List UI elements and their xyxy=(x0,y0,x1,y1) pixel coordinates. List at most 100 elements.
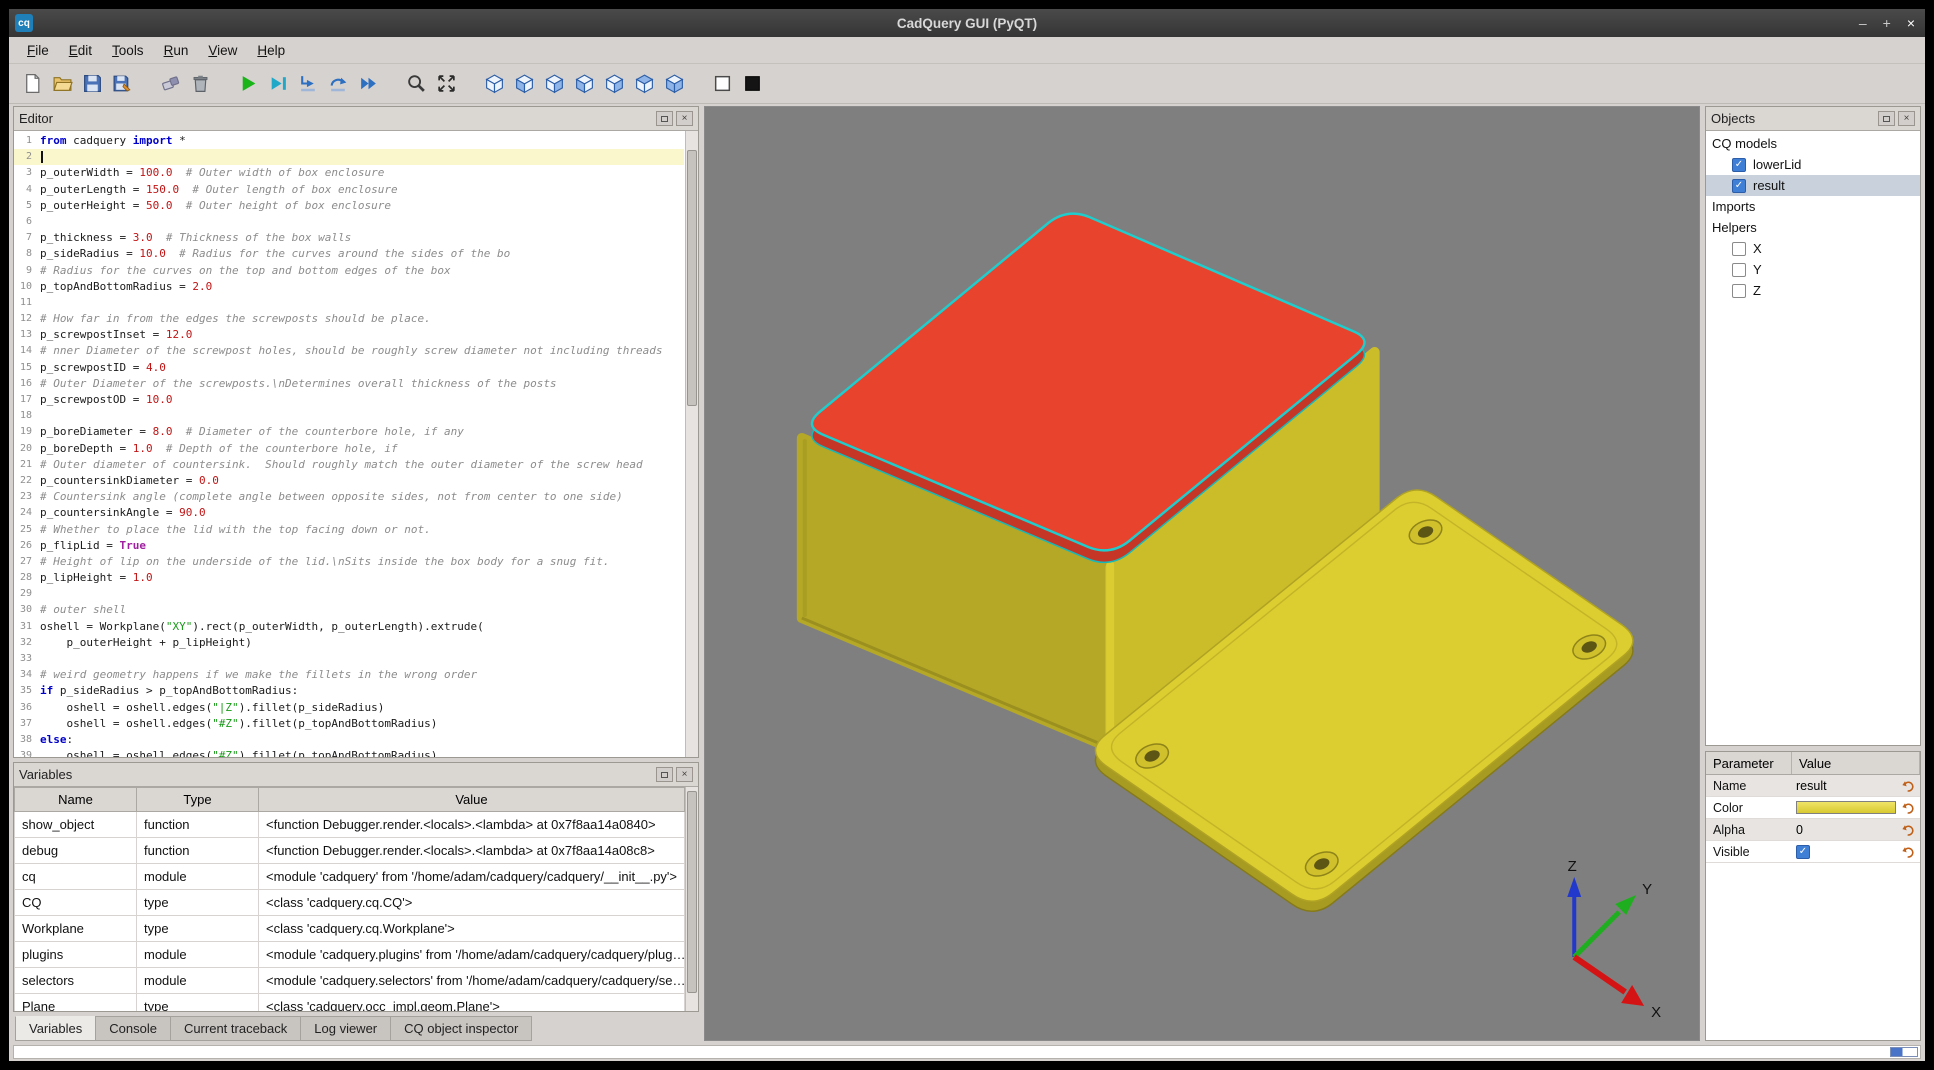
open-script-button[interactable] xyxy=(47,70,77,98)
render-button[interactable] xyxy=(233,70,263,98)
zoom-to-selection-button[interactable] xyxy=(401,70,431,98)
code-line[interactable]: 36 oshell = oshell.edges("|Z").fillet(p_… xyxy=(14,700,684,716)
shaded-mode-button[interactable] xyxy=(737,70,767,98)
step-button[interactable] xyxy=(293,70,323,98)
new-script-button[interactable] xyxy=(17,70,47,98)
code-line[interactable]: 33 xyxy=(14,651,684,667)
tree-item-lowerlid[interactable]: lowerLid xyxy=(1706,154,1920,175)
editor-close-button[interactable]: × xyxy=(676,111,693,126)
code-line[interactable]: 13p_screwpostInset = 12.0 xyxy=(14,327,684,343)
continue-button[interactable] xyxy=(353,70,383,98)
value-column-header[interactable]: Value xyxy=(1792,752,1920,774)
code-line[interactable]: 17p_screwpostOD = 10.0 xyxy=(14,392,684,408)
undo-button[interactable] xyxy=(1896,823,1920,837)
code-line[interactable]: 11 xyxy=(14,295,684,311)
view-iso-button[interactable] xyxy=(479,70,509,98)
code-line[interactable]: 8p_sideRadius = 10.0 # Radius for the cu… xyxy=(14,246,684,262)
viewport-3d[interactable]: Z Y X xyxy=(704,106,1700,1041)
undo-button[interactable] xyxy=(1896,779,1920,793)
code-line[interactable]: 2 xyxy=(14,149,684,165)
menu-edit[interactable]: Edit xyxy=(59,40,102,61)
code-line[interactable]: 22p_countersinkDiameter = 0.0 xyxy=(14,473,684,489)
tree-item-z[interactable]: Z xyxy=(1706,280,1920,301)
variables-scrollbar-thumb[interactable] xyxy=(687,791,697,993)
code-line[interactable]: 15p_screwpostID = 4.0 xyxy=(14,360,684,376)
code-line[interactable]: 20p_boreDepth = 1.0 # Depth of the count… xyxy=(14,441,684,457)
checkbox-result[interactable] xyxy=(1732,179,1746,193)
menu-view[interactable]: View xyxy=(198,40,247,61)
checkbox-lowerlid[interactable] xyxy=(1732,158,1746,172)
clear-objects-button[interactable] xyxy=(155,70,185,98)
variables-float-button[interactable] xyxy=(656,767,673,782)
tab-variables[interactable]: Variables xyxy=(15,1016,96,1041)
code-line[interactable]: 32 p_outerHeight + p_lipHeight) xyxy=(14,635,684,651)
code-line[interactable]: 6 xyxy=(14,214,684,230)
code-line[interactable]: 1from cadquery import * xyxy=(14,133,684,149)
view-bottom-button[interactable] xyxy=(659,70,689,98)
code-line[interactable]: 14# nner Diameter of the screwpost holes… xyxy=(14,343,684,359)
wireframe-mode-button[interactable] xyxy=(707,70,737,98)
editor-scrollbar-thumb[interactable] xyxy=(687,150,697,407)
code-line[interactable]: 5p_outerHeight = 50.0 # Outer height of … xyxy=(14,198,684,214)
variables-close-button[interactable]: × xyxy=(676,767,693,782)
variable-row[interactable]: show_objectfunction<function Debugger.re… xyxy=(15,812,685,838)
code-line[interactable]: 28p_lipHeight = 1.0 xyxy=(14,570,684,586)
tab-cq-object-inspector[interactable]: CQ object inspector xyxy=(390,1016,532,1041)
code-line[interactable]: 4p_outerLength = 150.0 # Outer length of… xyxy=(14,182,684,198)
objects-close-button[interactable]: × xyxy=(1898,111,1915,126)
tree-item-helpers[interactable]: Helpers xyxy=(1706,217,1920,238)
menu-help[interactable]: Help xyxy=(247,40,295,61)
code-line[interactable]: 38else: xyxy=(14,732,684,748)
code-line[interactable]: 39 oshell = oshell.edges("#Z").fillet(p_… xyxy=(14,748,684,757)
tree-item-result[interactable]: result xyxy=(1706,175,1920,196)
code-line[interactable]: 35if p_sideRadius > p_topAndBottomRadius… xyxy=(14,683,684,699)
variables-column-value[interactable]: Value xyxy=(259,788,685,812)
code-line[interactable]: 12# How far in from the edges the screwp… xyxy=(14,311,684,327)
variable-row[interactable]: Workplanetype<class 'cadquery.cq.Workpla… xyxy=(15,916,685,942)
code-line[interactable]: 19p_boreDiameter = 8.0 # Diameter of the… xyxy=(14,424,684,440)
code-line[interactable]: 18 xyxy=(14,408,684,424)
variable-row[interactable]: pluginsmodule<module 'cadquery.plugins' … xyxy=(15,942,685,968)
variable-row[interactable]: Planetype<class 'cadquery.occ_impl.geom.… xyxy=(15,994,685,1012)
variables-scrollbar[interactable] xyxy=(685,787,698,1011)
code-line[interactable]: 25# Whether to place the lid with the to… xyxy=(14,522,684,538)
save-script-button[interactable] xyxy=(77,70,107,98)
code-line[interactable]: 7p_thickness = 3.0 # Thickness of the bo… xyxy=(14,230,684,246)
parameter-value[interactable] xyxy=(1792,845,1896,859)
code-editor[interactable]: 1from cadquery import *23p_outerWidth = … xyxy=(14,131,698,757)
objects-float-button[interactable] xyxy=(1878,111,1895,126)
editor-float-button[interactable] xyxy=(656,111,673,126)
size-grip[interactable] xyxy=(1890,1047,1918,1057)
close-button[interactable]: × xyxy=(1907,16,1915,30)
code-line[interactable]: 27# Height of lip on the underside of th… xyxy=(14,554,684,570)
fit-view-button[interactable] xyxy=(431,70,461,98)
code-line[interactable]: 31oshell = Workplane("XY").rect(p_outerW… xyxy=(14,619,684,635)
code-line[interactable]: 24p_countersinkAngle = 90.0 xyxy=(14,505,684,521)
variables-column-type[interactable]: Type xyxy=(137,788,259,812)
code-line[interactable]: 3p_outerWidth = 100.0 # Outer width of b… xyxy=(14,165,684,181)
variable-row[interactable]: debugfunction<function Debugger.render.<… xyxy=(15,838,685,864)
view-front-button[interactable] xyxy=(509,70,539,98)
view-top-button[interactable] xyxy=(629,70,659,98)
color-swatch[interactable] xyxy=(1796,801,1896,814)
tree-item-imports[interactable]: Imports xyxy=(1706,196,1920,217)
undo-button[interactable] xyxy=(1896,801,1920,815)
undo-button[interactable] xyxy=(1896,845,1920,859)
view-right-button[interactable] xyxy=(599,70,629,98)
code-line[interactable]: 21# Outer diameter of countersink. Shoul… xyxy=(14,457,684,473)
tab-log-viewer[interactable]: Log viewer xyxy=(300,1016,391,1041)
variable-row[interactable]: CQtype<class 'cadquery.cq.CQ'> xyxy=(15,890,685,916)
maximize-button[interactable]: + xyxy=(1883,16,1891,30)
checkbox-y[interactable] xyxy=(1732,263,1746,277)
code-line[interactable]: 29 xyxy=(14,586,684,602)
visible-checkbox[interactable] xyxy=(1796,845,1810,859)
variable-row[interactable]: selectorsmodule<module 'cadquery.selecto… xyxy=(15,968,685,994)
code-line[interactable]: 9# Radius for the curves on the top and … xyxy=(14,263,684,279)
menu-file[interactable]: File xyxy=(17,40,59,61)
minimize-button[interactable]: – xyxy=(1859,16,1867,30)
view-left-button[interactable] xyxy=(569,70,599,98)
delete-object-button[interactable] xyxy=(185,70,215,98)
tree-item-cq-models[interactable]: CQ models xyxy=(1706,133,1920,154)
code-line[interactable]: 10p_topAndBottomRadius = 2.0 xyxy=(14,279,684,295)
debug-button[interactable] xyxy=(263,70,293,98)
